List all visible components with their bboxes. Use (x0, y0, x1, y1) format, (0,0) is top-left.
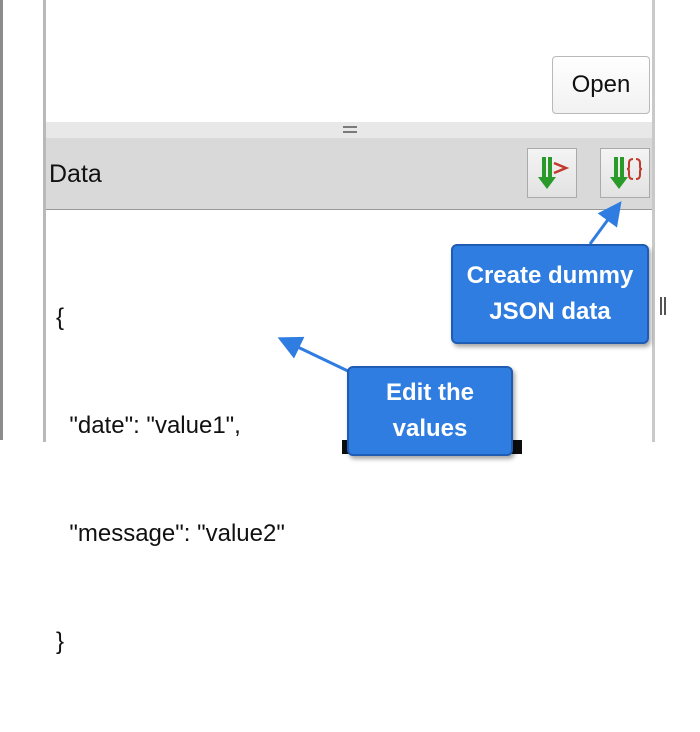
code-line: "message": "value2" (56, 520, 285, 547)
callout-edit-values: Edit the values (347, 366, 513, 456)
callout-line: Create dummy (466, 262, 634, 289)
callout-line: Edit the (386, 379, 474, 406)
code-line: } (56, 628, 65, 655)
callout-line: JSON data (489, 298, 611, 325)
arrow-to-editor-icon (277, 336, 351, 374)
callout-create-dummy-json: Create dummy JSON data (451, 244, 649, 344)
callout-line: values (392, 415, 468, 442)
arrow-to-dummy-json-icon (588, 201, 622, 245)
